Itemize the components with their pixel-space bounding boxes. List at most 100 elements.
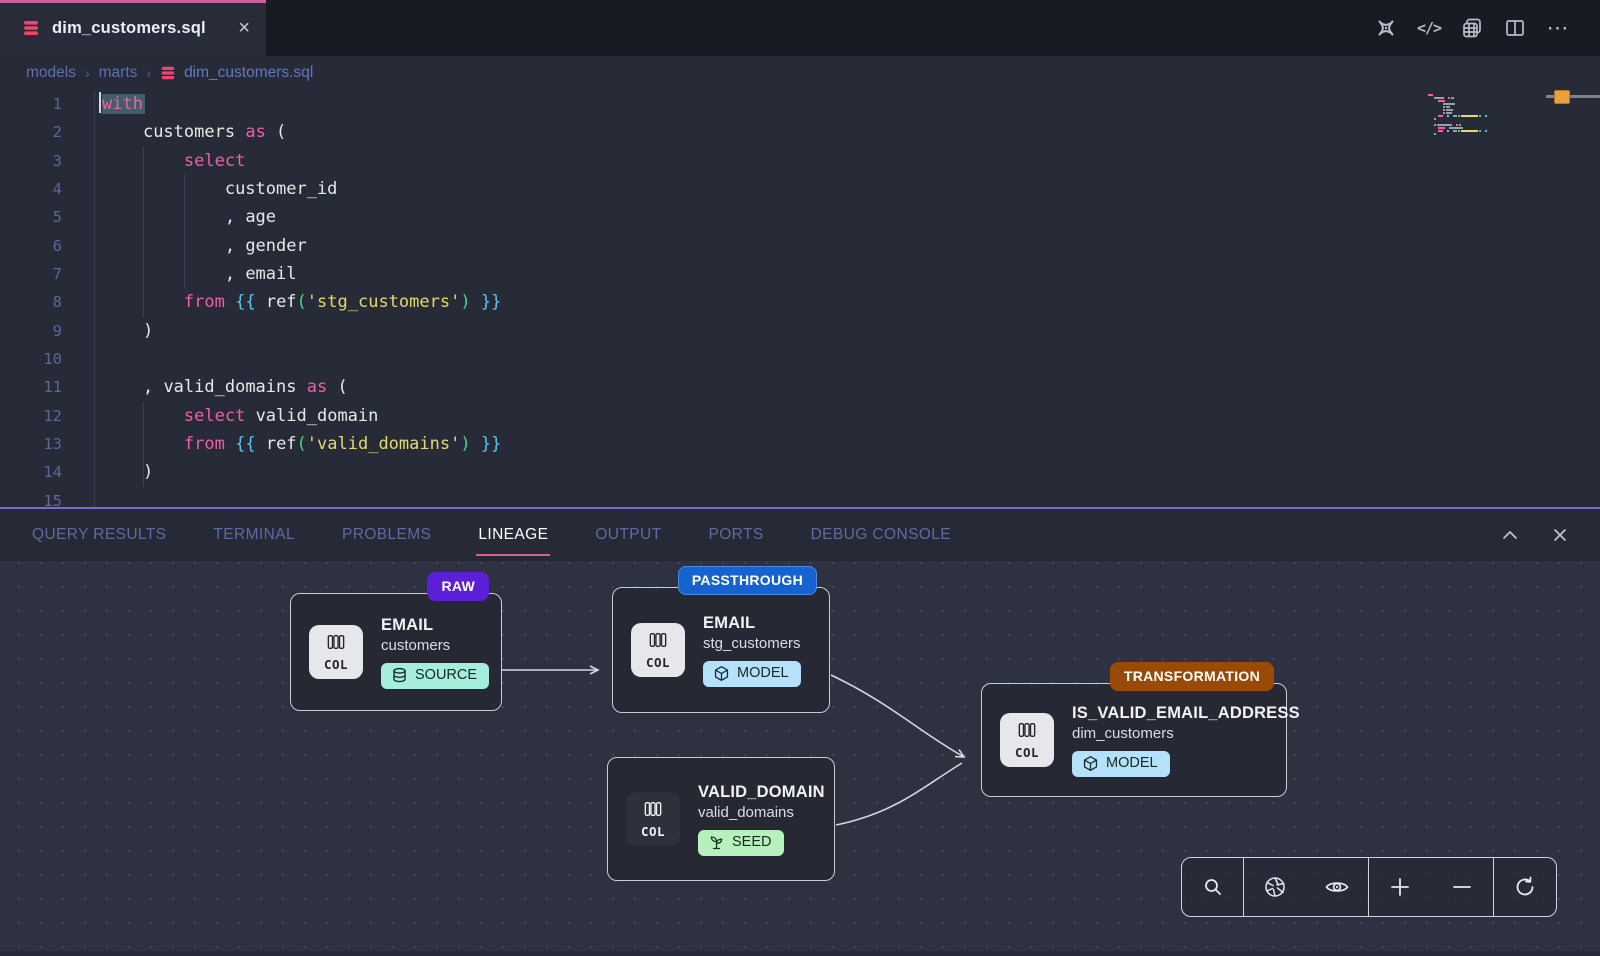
scrollbar[interactable] — [1540, 90, 1600, 507]
panel-tab-debug-console[interactable]: DEBUG CONSOLE — [811, 509, 951, 561]
code-line[interactable]: 1with — [0, 90, 1600, 118]
columns-icon — [326, 633, 346, 656]
node-model-name: customers — [381, 637, 489, 654]
code-line[interactable]: 4 customer_id — [0, 175, 1600, 203]
copy-table-icon[interactable] — [1460, 16, 1484, 40]
split-editor-icon[interactable] — [1503, 16, 1527, 40]
line-number: 7 — [0, 260, 62, 288]
code-line[interactable]: 3 select — [0, 147, 1600, 175]
node-column-name: VALID_DOMAIN — [698, 783, 825, 802]
columns-icon — [648, 631, 668, 654]
seedling-icon — [708, 834, 725, 851]
eye-icon[interactable] — [1313, 859, 1361, 916]
line-number: 12 — [0, 402, 62, 430]
code-editor[interactable]: 1with2 customers as (3 select4 customer_… — [0, 90, 1600, 507]
line-number: 3 — [0, 147, 62, 175]
column-chip: COL — [1000, 713, 1054, 767]
line-number: 10 — [0, 345, 62, 373]
panel-tab-terminal[interactable]: TERMINAL — [213, 509, 295, 561]
lineage-node-customers[interactable]: RAW COL EMAIL customers SOURCE — [290, 593, 502, 711]
cube-icon — [1082, 755, 1099, 772]
node-model-name: stg_customers — [703, 635, 801, 652]
refresh-icon[interactable] — [1501, 859, 1549, 916]
indent-guide — [143, 402, 144, 487]
code-line[interactable]: 8 from {{ ref('stg_customers') }} — [0, 288, 1600, 316]
more-actions-icon[interactable]: ⋯ — [1546, 16, 1570, 40]
node-tag-passthrough: PASSTHROUGH — [678, 566, 817, 595]
editor-tab-bar: dim_customers.sql × </> ⋯ — [0, 0, 1600, 56]
line-number: 9 — [0, 317, 62, 345]
code-line[interactable]: 14 ) — [0, 458, 1600, 486]
columns-icon — [1017, 721, 1037, 744]
database-icon — [391, 667, 408, 684]
minimap[interactable] — [1428, 94, 1532, 139]
breadcrumb-item[interactable]: models — [26, 64, 76, 82]
node-type-badge-seed: SEED — [698, 830, 784, 856]
code-line[interactable]: 12 select valid_domain — [0, 402, 1600, 430]
indent-guide — [184, 175, 185, 288]
panel-collapse-icon[interactable] — [1498, 523, 1522, 547]
breadcrumb-item[interactable]: marts — [99, 64, 138, 82]
breadcrumb: models › marts › dim_customers.sql — [0, 56, 1600, 90]
database-icon — [160, 65, 176, 81]
panel-tab-query-results[interactable]: QUERY RESULTS — [32, 509, 166, 561]
line-number: 15 — [0, 487, 62, 507]
line-number: 1 — [0, 90, 62, 118]
lineage-node-valid_domains[interactable]: COL VALID_DOMAIN valid_domains SEED — [607, 757, 835, 881]
aperture-icon[interactable] — [1251, 859, 1299, 916]
breadcrumb-separator: › — [146, 65, 151, 81]
tab-label: dim_customers.sql — [52, 19, 226, 38]
node-column-name: IS_VALID_EMAIL_ADDRESS — [1072, 704, 1300, 723]
code-lines: 1with2 customers as (3 select4 customer_… — [0, 90, 1600, 507]
node-type-badge-model: MODEL — [703, 661, 801, 687]
tab-close-icon[interactable]: × — [238, 18, 250, 38]
code-icon[interactable]: </> — [1417, 16, 1441, 40]
indent-guide — [143, 147, 144, 317]
line-number: 13 — [0, 430, 62, 458]
code-line[interactable]: 13 from {{ ref('valid_domains') }} — [0, 430, 1600, 458]
node-tag-raw: RAW — [427, 572, 489, 601]
code-line[interactable]: 10 — [0, 345, 1600, 373]
column-chip: COL — [626, 792, 680, 846]
node-model-name: valid_domains — [698, 804, 825, 821]
code-line[interactable]: 15 — [0, 487, 1600, 507]
node-type-badge-source: SOURCE — [381, 663, 489, 689]
lineage-node-dim_customers[interactable]: TRANSFORMATION COL IS_VALID_EMAIL_ADDRES… — [981, 683, 1287, 797]
code-line[interactable]: 2 customers as ( — [0, 118, 1600, 146]
lineage-canvas[interactable]: RAW COL EMAIL customers SOURCE PASSTHROU… — [0, 561, 1600, 951]
scrollbar-selection-marker — [1554, 90, 1570, 104]
edge-stg_customers-to-dim_customers — [831, 675, 964, 757]
line-number: 5 — [0, 203, 62, 231]
line-number: 4 — [0, 175, 62, 203]
code-line[interactable]: 11 , valid_domains as ( — [0, 373, 1600, 401]
zoom-in-icon[interactable] — [1376, 859, 1424, 916]
dbt-icon[interactable] — [1374, 16, 1398, 40]
node-column-name: EMAIL — [381, 616, 489, 635]
column-chip: COL — [309, 625, 363, 679]
database-icon — [22, 19, 40, 37]
panel-tab-lineage[interactable]: LINEAGE — [478, 509, 548, 561]
search-icon[interactable] — [1189, 859, 1237, 916]
lineage-node-stg_customers[interactable]: PASSTHROUGH COL EMAIL stg_customers MODE… — [612, 587, 830, 713]
panel-tab-problems[interactable]: PROBLEMS — [342, 509, 431, 561]
line-number: 8 — [0, 288, 62, 316]
code-line[interactable]: 9 ) — [0, 317, 1600, 345]
cube-icon — [713, 665, 730, 682]
columns-icon — [643, 800, 663, 823]
text-cursor — [99, 92, 101, 113]
code-line[interactable]: 6 , gender — [0, 232, 1600, 260]
column-chip: COL — [631, 623, 685, 677]
panel-tab-output[interactable]: OUTPUT — [595, 509, 661, 561]
zoom-out-icon[interactable] — [1438, 859, 1486, 916]
code-line[interactable]: 5 , age — [0, 203, 1600, 231]
node-model-name: dim_customers — [1072, 725, 1300, 742]
breadcrumb-separator: › — [85, 65, 90, 81]
code-line[interactable]: 7 , email — [0, 260, 1600, 288]
line-number: 14 — [0, 458, 62, 486]
lineage-toolbar — [1181, 857, 1557, 917]
panel-tab-ports[interactable]: PORTS — [708, 509, 763, 561]
breadcrumb-file[interactable]: dim_customers.sql — [160, 64, 313, 82]
line-number: 11 — [0, 373, 62, 401]
tab-dim-customers[interactable]: dim_customers.sql × — [0, 0, 266, 56]
panel-close-icon[interactable] — [1548, 523, 1572, 547]
